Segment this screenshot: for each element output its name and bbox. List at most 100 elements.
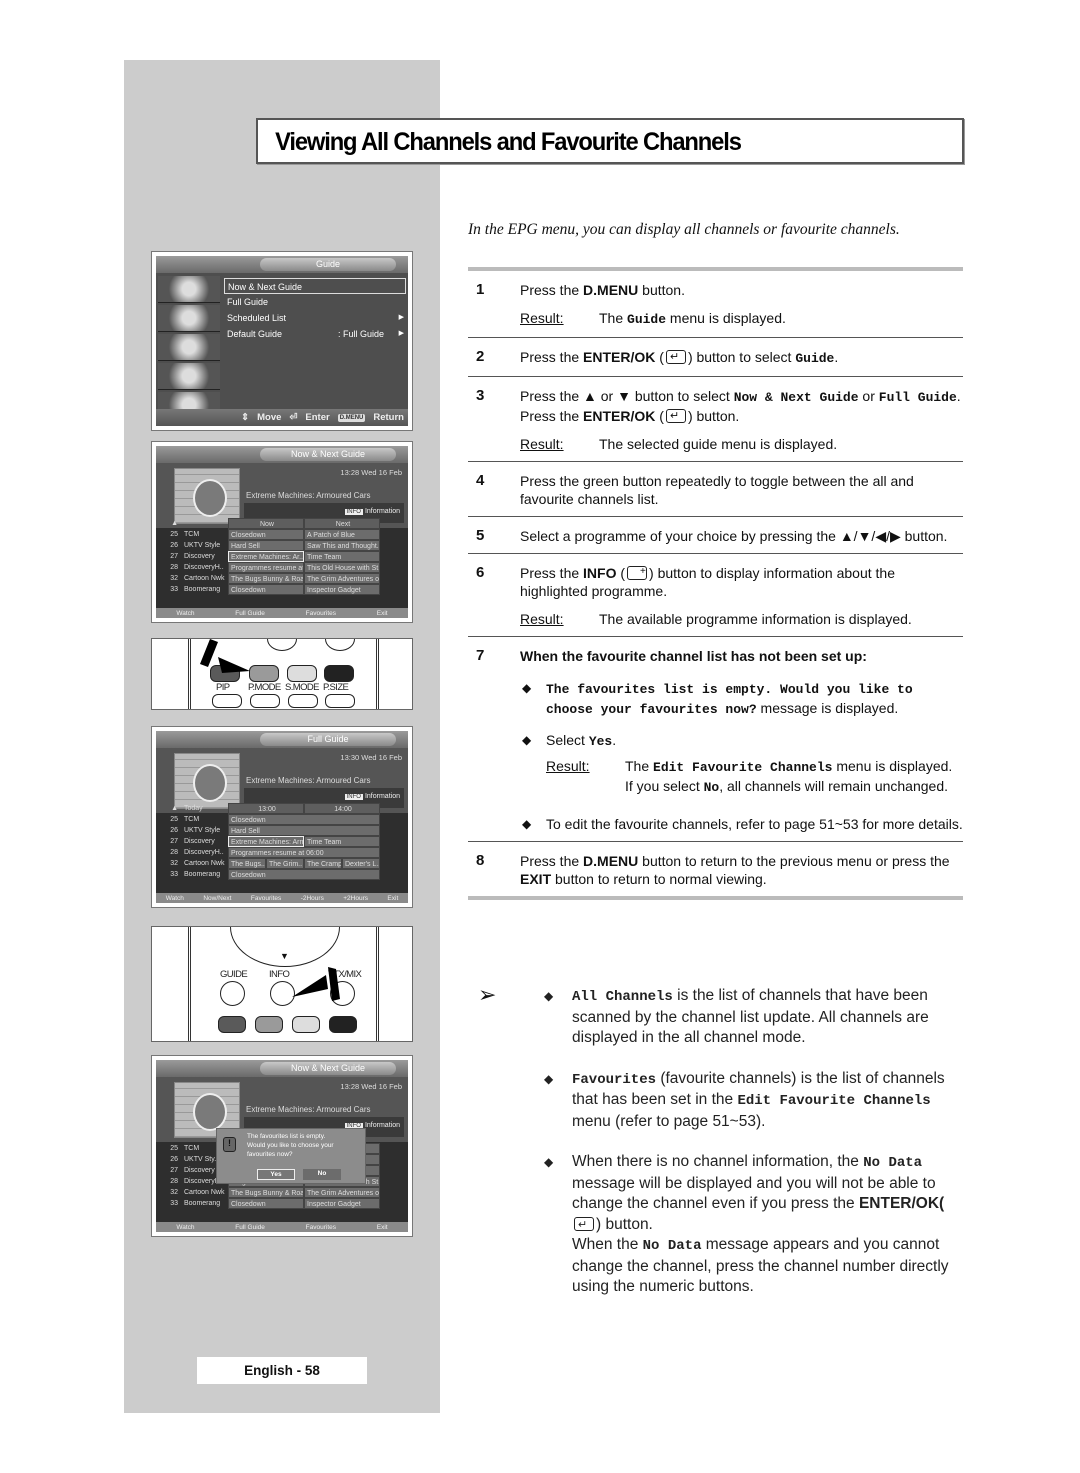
scroll-up-icon[interactable]: ▲ bbox=[156, 803, 184, 814]
now-programme[interactable]: Hard Sell bbox=[228, 540, 304, 551]
channel-number: 26 bbox=[170, 1156, 178, 1163]
no-button[interactable]: No bbox=[303, 1169, 341, 1180]
green-button[interactable] bbox=[255, 1016, 283, 1033]
text: Now & Next Guide bbox=[733, 390, 859, 405]
red-button[interactable] bbox=[218, 1016, 246, 1033]
next-programme[interactable]: The Grim Adventures o.. bbox=[304, 1187, 380, 1198]
blue-button[interactable] bbox=[324, 665, 354, 682]
next-programme[interactable]: Inspector Gadget bbox=[304, 584, 380, 595]
epg-programme-title: Extreme Machines: Armoured Cars bbox=[246, 776, 371, 785]
text: menu is displayed. bbox=[666, 310, 786, 326]
channel-name: TCM bbox=[184, 531, 200, 538]
yellow-button[interactable] bbox=[287, 665, 317, 682]
scroll-up-icon[interactable]: ▲ bbox=[156, 518, 184, 529]
epg-row[interactable]: 32 Cartoon Nwk The Bugs Bunny & Roa.. The G… bbox=[156, 573, 408, 584]
down-arrow-icon: ▼ bbox=[280, 951, 289, 961]
smode-button[interactable] bbox=[288, 694, 318, 708]
text: All Channels bbox=[572, 989, 673, 1005]
epg-row[interactable]: 32 Cartoon Nwk The Bugs Bunny & Roa.. The G… bbox=[156, 1187, 408, 1198]
epg-row[interactable]: 25 TCM Closedown bbox=[156, 814, 408, 825]
now-programme[interactable]: The Bugs Bunny & Roa.. bbox=[228, 1187, 304, 1198]
text: ENTER/OK bbox=[583, 408, 656, 424]
epg-row[interactable]: 28 DiscoveryH.. Programmes resume at..This… bbox=[156, 562, 408, 573]
next-programme[interactable]: Time Team bbox=[304, 551, 380, 562]
epg-row[interactable]: 27 Discovery Extreme Machines: Ar.. Time Te… bbox=[156, 551, 408, 562]
programme-cell[interactable]: Extreme Machines: Arm.. bbox=[228, 836, 304, 847]
now-programme[interactable]: Extreme Machines: Ar.. bbox=[228, 551, 304, 562]
programme-cell[interactable]: The Bugs.. bbox=[228, 858, 266, 869]
programme-cell[interactable]: Dexter's L.. bbox=[342, 858, 380, 869]
programme-cell[interactable]: The Grim.. bbox=[266, 858, 304, 869]
text: The bbox=[599, 310, 628, 326]
guide-menu-item[interactable]: Now & Next Guide bbox=[224, 278, 406, 294]
programme-cell[interactable]: Programmes resume at 06:00 bbox=[228, 847, 380, 858]
guide-button[interactable] bbox=[220, 981, 245, 1006]
psize-button[interactable] bbox=[325, 694, 355, 708]
text: Press the bbox=[520, 853, 584, 869]
channel-preview-thumbnail bbox=[174, 468, 240, 524]
guide-menu-item[interactable]: Scheduled List ▶ bbox=[224, 310, 406, 326]
channel-number: 27 bbox=[170, 1167, 178, 1174]
text: , all channels will remain unchanged. bbox=[719, 778, 949, 794]
epg-time: 13:30 Wed 16 Feb bbox=[340, 753, 402, 762]
text: menu (refer to page 51~53). bbox=[572, 1112, 766, 1130]
text: favourites now? bbox=[247, 1151, 293, 1158]
channel-name: DiscoveryH.. bbox=[184, 564, 224, 571]
epg-row[interactable]: 33 Boomerang Closedown Inspector Gadget bbox=[156, 1198, 408, 1209]
step-8: 8 Press the D.MENU button to return to t… bbox=[468, 842, 963, 896]
programme-cell[interactable]: Closedown bbox=[228, 869, 380, 880]
now-programme[interactable]: Closedown bbox=[228, 529, 304, 540]
info-key-icon bbox=[627, 563, 648, 581]
channel-number: 26 bbox=[170, 827, 178, 834]
text: Default Guide bbox=[227, 329, 283, 339]
programme-cell[interactable]: Time Team bbox=[304, 836, 380, 847]
channel-number: 28 bbox=[170, 1178, 178, 1185]
pmode-button[interactable] bbox=[250, 694, 280, 708]
now-programme[interactable]: Programmes resume at.. bbox=[228, 562, 304, 573]
warning-icon: ! bbox=[223, 1137, 236, 1152]
now-programme[interactable]: Closedown bbox=[228, 1198, 304, 1209]
programme-cell[interactable]: The Cramp.. bbox=[304, 858, 342, 869]
next-programme[interactable]: Inspector Gadget bbox=[304, 1198, 380, 1209]
text: Information bbox=[364, 508, 400, 515]
next-programme[interactable]: This Old House with St.. bbox=[304, 562, 380, 573]
yes-button[interactable]: Yes bbox=[257, 1169, 295, 1180]
next-programme[interactable]: A Patch of Blue bbox=[304, 529, 380, 540]
epg-row[interactable]: 27 Discovery Extreme Machines: Arm.. Time T… bbox=[156, 836, 408, 847]
now-programme[interactable]: The Bugs Bunny & Roa.. bbox=[228, 573, 304, 584]
text: 6 bbox=[476, 564, 485, 581]
epg-row[interactable]: 26 UKTV Style Hard Sell bbox=[156, 825, 408, 836]
text: S.MODE bbox=[285, 682, 319, 693]
epg-row[interactable]: 25 TCM Closedown A Patch of Blue bbox=[156, 529, 408, 540]
text: button to return to normal viewing. bbox=[551, 871, 767, 887]
footer-hint: Watch bbox=[176, 1223, 195, 1231]
epg-row[interactable]: 28 DiscoveryH.. Programmes resume at 06:00 bbox=[156, 847, 408, 858]
programme-cell[interactable]: Closedown bbox=[228, 814, 380, 825]
text: button to return to the previous menu or… bbox=[638, 853, 950, 869]
arrow-right-icon: ▶ bbox=[398, 314, 404, 321]
text: To edit the favourite channels, refer to… bbox=[546, 816, 963, 832]
text: Yes bbox=[588, 734, 613, 749]
next-programme[interactable]: The Grim Adventures o.. bbox=[304, 573, 380, 584]
blue-button[interactable] bbox=[329, 1016, 357, 1033]
text: Move bbox=[257, 412, 282, 423]
channel-name: Boomerang bbox=[184, 871, 221, 878]
yellow-button[interactable] bbox=[292, 1016, 320, 1033]
epg-row[interactable]: 26 UKTV Style Hard Sell Saw This and Though… bbox=[156, 540, 408, 551]
epg-row[interactable]: 32 Cartoon Nwk The Bugs.. The Grim.. The Cra… bbox=[156, 858, 408, 869]
next-programme[interactable]: Saw This and Thought.. bbox=[304, 540, 380, 551]
steps-list: 1 Press the D.MENU button. Result: The Gu… bbox=[468, 267, 963, 900]
epg-row[interactable]: 33 Boomerang Closedown Inspector Gadget bbox=[156, 584, 408, 595]
menu-icon bbox=[158, 363, 220, 390]
epg-row[interactable]: 33 Boomerang Closedown bbox=[156, 869, 408, 880]
step-6: 6 Press the INFO () button to display in… bbox=[468, 554, 963, 636]
page-title-box: Viewing All Channels and Favourite Chann… bbox=[256, 118, 964, 164]
now-programme[interactable]: Closedown bbox=[228, 584, 304, 595]
guide-menu-item[interactable]: Full Guide bbox=[224, 294, 406, 310]
text: Press the bbox=[520, 565, 584, 581]
programme-cell[interactable]: Hard Sell bbox=[228, 825, 380, 836]
guide-menu-item[interactable]: Default Guide: Full Guide ▶ bbox=[224, 326, 406, 342]
channel-name: Boomerang bbox=[184, 1200, 221, 1207]
pip-button[interactable] bbox=[212, 694, 242, 708]
text: Edit Favourite Channels bbox=[653, 760, 833, 775]
